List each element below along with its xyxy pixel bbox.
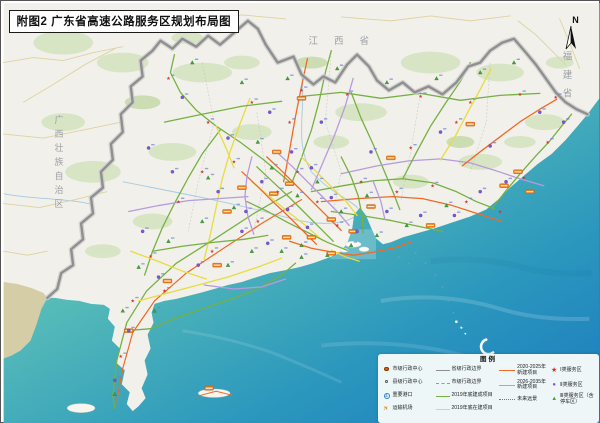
svg-text:★: ★ xyxy=(545,139,550,145)
map-title-text: 附图2 广东省高速公路服务区规划布局图 xyxy=(16,15,232,28)
svg-text:★: ★ xyxy=(418,94,423,100)
legend-line-symbols: 省级行政边界 市级行政边界 2019年底建成项目 2019年底在建项目 xyxy=(435,364,500,416)
svg-text:★: ★ xyxy=(209,249,214,255)
svg-text:★: ★ xyxy=(517,92,522,98)
svg-text:★: ★ xyxy=(408,145,413,151)
legend-label: 县级行政中心 xyxy=(392,379,423,386)
built-2019-swatch xyxy=(435,395,450,397)
legend-label: 运输机场 xyxy=(392,405,413,412)
compass: N xyxy=(563,14,589,51)
legend-label: 市级行政边界 xyxy=(451,379,482,386)
under-construction-2019-swatch xyxy=(435,408,450,410)
legend-panel: 图例 市级行政中心 县级行政中心 ⚓ 重要港口 ✈ 运输机场 省级行政边界 市级行政… xyxy=(377,353,599,423)
port-icon: ⚓ xyxy=(383,392,390,399)
city-boundary-swatch xyxy=(435,382,450,384)
svg-text:★: ★ xyxy=(454,119,459,125)
label-jiangxi-province: 江西省 xyxy=(308,35,386,47)
svg-text:★: ★ xyxy=(231,159,236,165)
legend-label: 2019年底建成项目 xyxy=(451,392,493,399)
svg-text:★: ★ xyxy=(166,76,171,82)
svg-text:★: ★ xyxy=(430,183,435,189)
legend-label: Ⅰ类服务区 xyxy=(560,367,582,373)
legend-label: 市级行政中心 xyxy=(392,366,423,373)
new-2020-2025-swatch xyxy=(499,370,516,372)
city-center-icon xyxy=(383,366,391,374)
map-canvas: ★ ★ ★ ★ ★ ★ ★ ★ ★ ★ ★ ★ ★ ★ ★ ★ ★ ★ ★ ★ ★ ★ ★ ★ ★ ★ ★ ★ ★ ★ ★ ★ 附图2 广东省… xyxy=(2,2,600,423)
class1-star-icon: ★ xyxy=(551,367,558,374)
province-boundary-swatch xyxy=(435,369,450,371)
svg-text:★: ★ xyxy=(148,253,153,259)
svg-text:★: ★ xyxy=(464,199,469,205)
map-title: 附图2 广东省高速公路服务区规划布局图 xyxy=(8,9,240,33)
legend-label: Ⅲ类服务区（含停车区） xyxy=(560,393,594,405)
label-guangxi-region: 广西壮族自治区 xyxy=(53,114,64,213)
legend-label: 重要港口 xyxy=(392,392,413,399)
svg-text:★: ★ xyxy=(468,100,473,106)
legend-label: 2019年底在建项目 xyxy=(451,405,493,412)
svg-text:★: ★ xyxy=(295,169,300,175)
future-vision-swatch xyxy=(499,399,516,401)
legend-title: 图例 xyxy=(480,355,497,363)
svg-text:★: ★ xyxy=(315,199,320,205)
svg-text:★: ★ xyxy=(118,354,123,360)
legend-label: 省级行政边界 xyxy=(451,366,482,373)
map-frame: ★ ★ ★ ★ ★ ★ ★ ★ ★ ★ ★ ★ ★ ★ ★ ★ ★ ★ ★ ★ ★ ★ ★ ★ ★ ★ ★ ★ ★ ★ ★ ★ 附图2 广东省… xyxy=(0,0,600,423)
svg-text:★: ★ xyxy=(205,119,210,125)
legend-project-symbols: 2020-2025年新建项目 2026-2035年新建项目 未来远景 xyxy=(499,364,550,416)
svg-text:★: ★ xyxy=(497,209,502,215)
legend-label: 2026-2035年新建项目 xyxy=(517,378,547,391)
svg-text:★: ★ xyxy=(394,189,399,195)
airport-icon: ✈ xyxy=(381,403,391,413)
svg-text:★: ★ xyxy=(344,92,349,98)
new-2026-2035-swatch xyxy=(499,384,516,386)
svg-text:★: ★ xyxy=(255,219,260,225)
class2-circle-icon: ● xyxy=(552,381,556,388)
svg-text:★: ★ xyxy=(199,169,204,175)
legend-label: Ⅱ类服务区 xyxy=(560,381,583,388)
legend-label: 2020-2025年新建项目 xyxy=(517,364,547,376)
legend-label: 未来远景 xyxy=(517,396,538,402)
svg-text:★: ★ xyxy=(521,175,526,181)
north-label: N xyxy=(572,14,579,25)
svg-text:★: ★ xyxy=(358,179,363,185)
legend-area-symbols: ★ Ⅰ类服务区 ● Ⅱ类服务区 ▲ Ⅲ类服务区（含停车区） xyxy=(550,364,594,416)
svg-text:★: ★ xyxy=(275,189,280,195)
county-center-icon xyxy=(383,380,391,386)
svg-text:★: ★ xyxy=(299,88,304,94)
legend-point-symbols: 市级行政中心 县级行政中心 ⚓ 重要港口 ✈ 运输机场 xyxy=(381,364,436,416)
label-fujian-province: 福建省 xyxy=(560,50,572,107)
svg-text:★: ★ xyxy=(335,223,340,229)
svg-text:★: ★ xyxy=(130,298,135,304)
svg-text:★: ★ xyxy=(176,199,181,205)
svg-text:★: ★ xyxy=(162,288,167,294)
north-arrow-icon xyxy=(565,25,576,49)
class3-triangle-icon: ▲ xyxy=(551,396,558,402)
svg-text:★: ★ xyxy=(287,119,292,125)
svg-text:★: ★ xyxy=(553,95,558,101)
svg-text:★: ★ xyxy=(249,100,254,106)
